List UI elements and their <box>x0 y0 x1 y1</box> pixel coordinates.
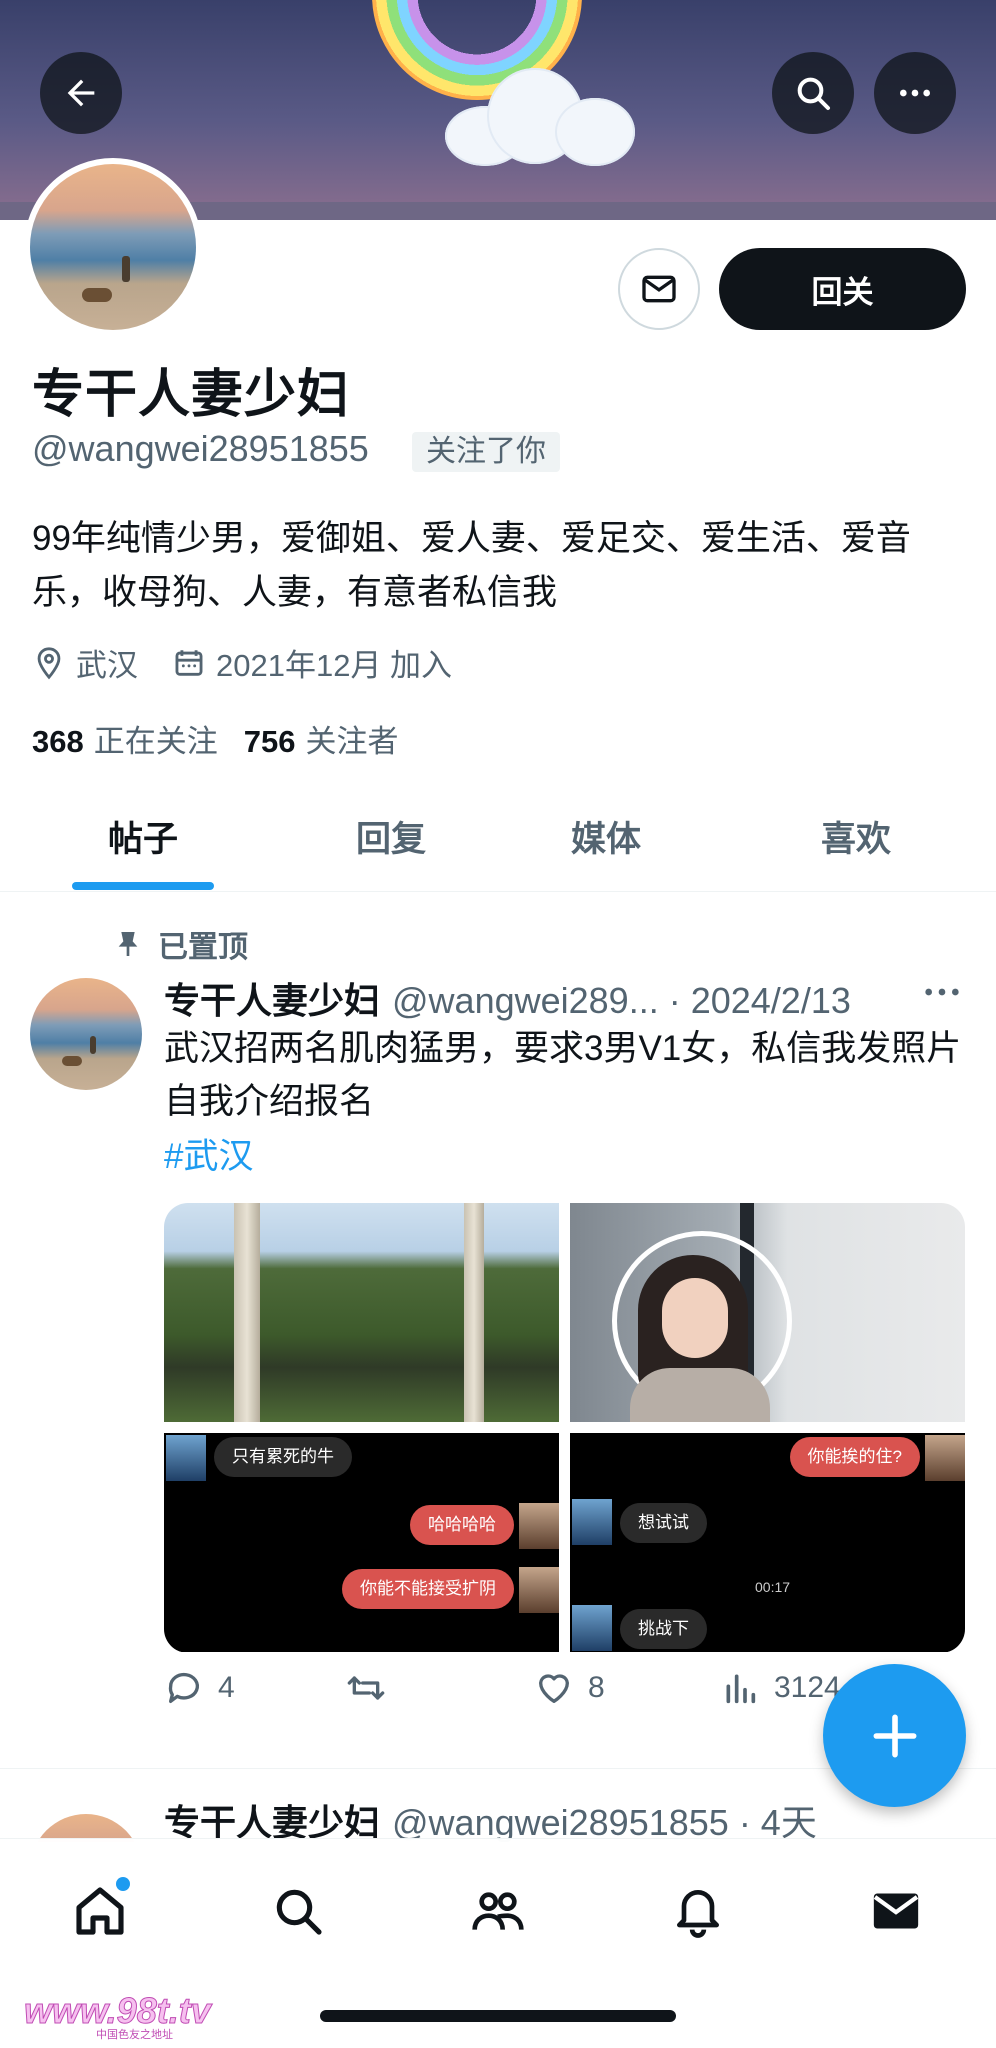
post-author-avatar[interactable] <box>30 978 142 1090</box>
bell-icon <box>677 1890 719 1938</box>
chat-bubble: 想试试 <box>620 1503 707 1543</box>
search-button[interactable] <box>772 52 854 134</box>
profile-handle: @wangwei28951855 <box>32 428 369 469</box>
tab-replies[interactable]: 回复 <box>320 780 462 892</box>
profile-stats: 368 正在关注 756 关注者 <box>32 716 424 761</box>
tab-posts[interactable]: 帖子 <box>72 780 214 892</box>
more-options-button[interactable] <box>874 52 956 134</box>
reply-button[interactable]: 4 <box>164 1668 235 1708</box>
post-handle-date: @wangwei289... · 2024/2/13 <box>392 980 851 1021</box>
pinned-text: 已置顶 <box>158 931 248 964</box>
chat-timestamp: 00:17 <box>755 1579 791 1595</box>
profile-bio: 99年纯情少男，爱御姐、爱人妻、爱足交、爱生活、爱音乐，收母狗、人妻，有意者私信… <box>32 519 911 612</box>
search-icon <box>797 77 830 110</box>
bar-chart-icon <box>726 1674 756 1704</box>
post-author-name[interactable]: 专干人妻少妇 <box>164 1794 380 1842</box>
nav-home[interactable] <box>60 1871 140 1951</box>
home-icon <box>76 1887 124 1935</box>
chat-bubble: 你能挨的住? <box>789 1437 920 1477</box>
followers-count: 756 <box>243 724 296 759</box>
plus-icon <box>873 1714 916 1757</box>
views-button[interactable]: 3124 <box>720 1668 841 1708</box>
chat-bubble: 只有累死的牛 <box>214 1437 352 1477</box>
post-hashtag[interactable]: #武汉 <box>164 1128 253 1179</box>
media-chat-screenshot-2[interactable]: 你能挨的住? 想试试 00:17 挑战下 <box>570 1433 965 1652</box>
communities-icon <box>472 1892 524 1930</box>
followers-stat[interactable]: 756 关注者 <box>244 716 399 761</box>
post-handle-date: @wangwei28951855 · 4天 <box>392 1802 817 1842</box>
tab-media[interactable]: 媒体 <box>535 780 677 892</box>
media-chat-screenshot-1[interactable]: 只有累死的牛 哈哈哈哈 你能不能接受扩阴 <box>164 1433 559 1652</box>
location-text: 武汉 <box>76 648 138 683</box>
nav-notifications[interactable] <box>658 1871 738 1951</box>
more-horizontal-icon <box>900 89 930 97</box>
join-date: 2021年12月 加入 <box>172 640 452 685</box>
reply-count: 4 <box>218 1671 235 1704</box>
chat-bubble: 挑战下 <box>620 1609 707 1649</box>
search-icon <box>276 1889 322 1935</box>
pinned-label: 已置顶 <box>112 922 248 966</box>
following-count: 368 <box>32 724 84 759</box>
more-horizontal-icon <box>925 988 959 996</box>
location: 武汉 <box>32 640 138 685</box>
post-text: 武汉招两名肌肉猛男，要求3男V1女，私信我发照片自我介绍报名 <box>164 1029 962 1121</box>
repost-button[interactable] <box>346 1668 400 1708</box>
active-tab-indicator <box>72 882 214 890</box>
nav-communities[interactable] <box>458 1871 538 1951</box>
profile-avatar[interactable] <box>24 158 202 336</box>
back-button[interactable] <box>40 52 122 134</box>
post-more-button[interactable] <box>922 980 962 1009</box>
follow-back-button[interactable]: 回关 <box>719 248 966 330</box>
nav-search[interactable] <box>258 1871 338 1951</box>
post-media-grid: 只有累死的牛 哈哈哈哈 你能不能接受扩阴 你能挨的住? 想试试 00:17 挑战… <box>164 1203 965 1653</box>
post-header: 专干人妻少妇 @wangwei289... · 2024/2/13 <box>164 972 964 1024</box>
home-indicator <box>320 2010 676 2022</box>
heart-icon <box>539 1674 569 1703</box>
repost-icon <box>347 1676 385 1700</box>
follows-you-badge: 关注了你 <box>412 432 560 472</box>
compose-button[interactable] <box>823 1664 966 1807</box>
view-count: 3124 <box>774 1671 841 1704</box>
location-pin-icon <box>37 646 61 679</box>
join-date-text: 2021年12月 加入 <box>216 648 453 683</box>
post-header: 专干人妻少妇 @wangwei28951855 · 4天 <box>164 1794 964 1842</box>
calendar-icon <box>175 649 203 676</box>
profile-meta: 武汉 2021年12月 加入 <box>32 640 486 685</box>
profile-name: 专干人妻少妇 <box>32 366 351 424</box>
media-photo-selfie[interactable] <box>570 1203 965 1422</box>
pin-icon <box>118 932 138 956</box>
nav-messages[interactable] <box>856 1871 936 1951</box>
chat-bubble: 哈哈哈哈 <box>410 1505 514 1545</box>
following-label: 正在关注 <box>93 724 218 759</box>
following-stat[interactable]: 368 正在关注 <box>32 716 218 761</box>
like-button[interactable]: 8 <box>534 1668 605 1708</box>
cloud-image <box>445 68 635 166</box>
second-post[interactable]: 专干人妻少妇 @wangwei28951855 · 4天 <box>0 1786 996 1842</box>
post-author-name[interactable]: 专干人妻少妇 <box>164 972 380 1024</box>
followers-label: 关注者 <box>305 724 399 759</box>
like-count: 8 <box>588 1671 605 1704</box>
arrow-left-icon <box>67 79 95 107</box>
reply-icon <box>168 1672 199 1703</box>
envelope-icon <box>642 275 676 303</box>
message-button[interactable] <box>618 248 700 330</box>
envelope-icon <box>873 1893 919 1929</box>
notification-dot <box>116 1877 130 1891</box>
chat-bubble: 你能不能接受扩阴 <box>342 1569 514 1609</box>
tab-likes[interactable]: 喜欢 <box>785 780 927 892</box>
media-photo-garden[interactable] <box>164 1203 559 1422</box>
watermark-subtitle: 中国色友之地址 <box>96 2029 173 2041</box>
profile-tabs: 帖子 回复 媒体 喜欢 <box>0 780 996 892</box>
